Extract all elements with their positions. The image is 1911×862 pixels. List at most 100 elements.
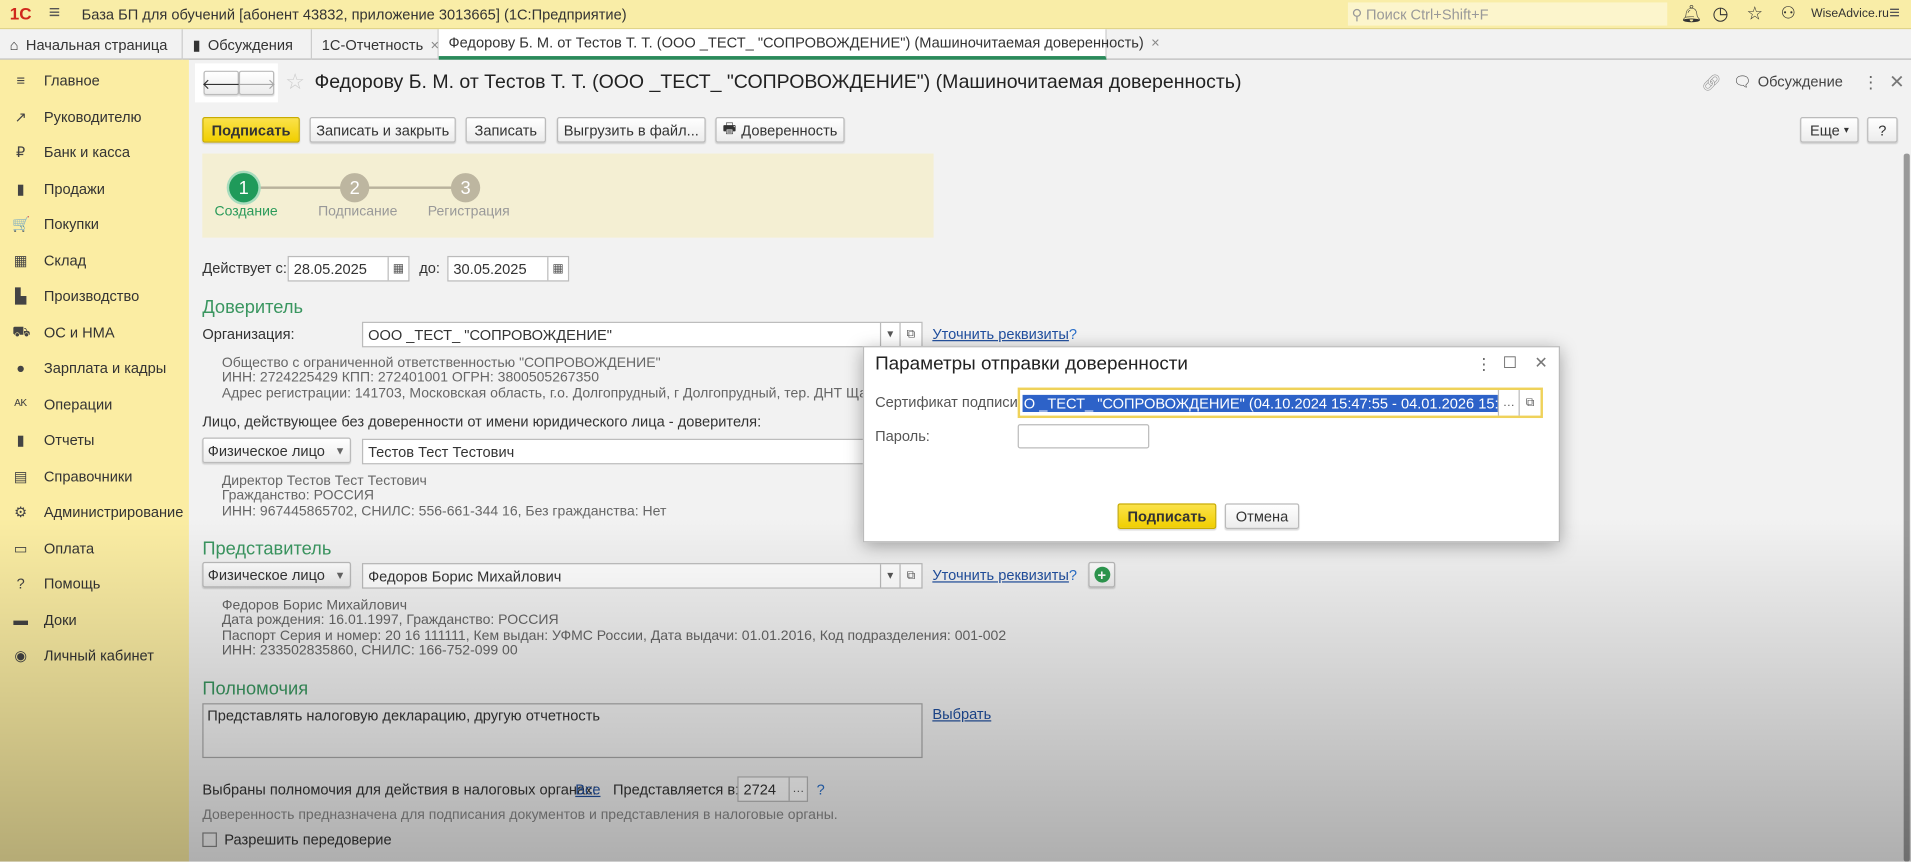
help-button[interactable]: ?	[1867, 117, 1898, 143]
sidebar-item[interactable]: ↗ Руководителю	[0, 101, 189, 133]
export-button[interactable]: Выгрузить в файл...	[556, 117, 706, 143]
tax-authority-field[interactable]: 2724…	[737, 776, 809, 802]
user-name[interactable]: WiseAdvice.ru	[1811, 7, 1889, 20]
representative-type-select[interactable]: Физическое лицо ▼	[202, 561, 351, 588]
open-icon[interactable]: ⧉	[899, 564, 921, 588]
dropdown-icon[interactable]: ▾	[879, 564, 900, 588]
more-icon[interactable]: ⋮	[1476, 355, 1492, 375]
sidebar-item[interactable]: ▭ Оплата	[0, 532, 189, 564]
discussion-label: Обсуждение	[1757, 73, 1843, 91]
menu-icon[interactable]: ≡	[49, 2, 60, 24]
star-icon[interactable]: ☆	[1746, 2, 1762, 25]
dialog-sign-button[interactable]: Подписать	[1117, 503, 1217, 529]
users-icon[interactable]: ⚇	[1781, 2, 1796, 23]
choose-powers-link[interactable]: Выбрать	[932, 706, 991, 723]
org-info: Общество с ограниченной ответственностью…	[222, 356, 897, 401]
stepper-panel: 1 2 3 Создание Подписание Регистрация	[202, 153, 934, 238]
sidebar-item[interactable]: 🛒 Покупки	[0, 208, 189, 240]
person-type-value: Физическое лицо	[207, 441, 325, 459]
redelegate-checkbox[interactable]: Разрешить передоверие	[202, 831, 392, 848]
sidebar-item[interactable]: ⚙ Администрирование	[0, 496, 189, 528]
bell-icon[interactable]: 🔔︎	[1681, 4, 1703, 25]
select-button[interactable]: …	[1497, 390, 1519, 416]
calendar-icon[interactable]: ▦	[387, 257, 409, 281]
maximize-icon[interactable]: ☐	[1503, 353, 1517, 373]
sidebar-icon: ↗	[14, 107, 27, 125]
back-button[interactable]: 🡐	[202, 70, 241, 96]
close-icon[interactable]: ×	[1151, 34, 1160, 51]
sidebar-item[interactable]: ᴬᴷ Операции	[0, 388, 189, 420]
link-icon[interactable]: 🔗︎	[1701, 73, 1721, 93]
sidebar-item[interactable]: ● Зарплата и кадры	[0, 352, 189, 384]
sidebar-item[interactable]: ▤ Справочники	[0, 460, 189, 492]
sidebar-item[interactable]: ◉ Личный кабинет	[0, 640, 189, 672]
person-label: Лицо, действующее без доверенности от им…	[202, 413, 762, 431]
sidebar-item[interactable]: ? Помощь	[0, 568, 189, 600]
tab-label: Обсуждения	[207, 35, 293, 54]
calendar-icon[interactable]: ▦	[547, 257, 568, 281]
sign-button[interactable]: Подписать	[202, 117, 300, 143]
open-icon[interactable]: ⧉	[899, 322, 921, 347]
dialog-cancel-button[interactable]: Отмена	[1224, 503, 1300, 529]
tab-power-of-attorney[interactable]: Федорову Б. М. от Тестов Т. Т. (ООО _ТЕС…	[438, 29, 1160, 60]
history-icon[interactable]: ◷	[1712, 2, 1728, 25]
sidebar-item[interactable]: ▮ Продажи	[0, 172, 189, 204]
checkbox-box[interactable]	[202, 832, 217, 848]
person-field[interactable]: Тестов Тест Тестович	[361, 438, 923, 465]
sidebar-item-label: Продажи	[43, 179, 105, 197]
favorite-star-icon[interactable]: ☆	[285, 69, 305, 95]
search-input[interactable]: ⚲ Поиск Ctrl+Shift+F	[1347, 2, 1668, 26]
tab-reporting[interactable]: 1С-Отчетность ×	[312, 29, 439, 60]
person-type-select[interactable]: Физическое лицо ▼	[202, 437, 351, 464]
sidebar-item[interactable]: ≡ Главное	[0, 65, 189, 97]
settings-menu-icon[interactable]: ≡	[1889, 2, 1900, 23]
sidebar-item[interactable]: ⛟ ОС и НМА	[0, 316, 189, 348]
close-form-icon[interactable]: ✕	[1889, 71, 1904, 93]
sidebar-item[interactable]: ₽ Банк и касса	[0, 137, 189, 169]
help-icon[interactable]: ?	[1069, 325, 1077, 342]
help-icon[interactable]: ?	[1069, 567, 1077, 584]
save-close-button[interactable]: Записать и закрыть	[309, 117, 456, 143]
sidebar-icon: ▤	[13, 467, 28, 485]
discussion-button[interactable]: 🗨︎ Обсуждение	[1733, 73, 1843, 90]
close-icon[interactable]: ✕	[1534, 353, 1547, 373]
tab-label: 1С-Отчетность	[321, 35, 424, 54]
tab-home[interactable]: ⌂ Начальная страница	[0, 29, 183, 60]
print-button[interactable]: 🖶 Доверенность	[715, 117, 845, 143]
info-line: Адрес регистрации: 141703, Московская об…	[221, 385, 897, 401]
sidebar-icon: 🛒	[12, 215, 31, 233]
dropdown-icon[interactable]: ▾	[879, 322, 900, 347]
powers-heading: Полномочия	[202, 678, 309, 700]
submitted-label: Представляется в:	[613, 781, 740, 799]
add-representative-button[interactable]: +	[1088, 561, 1116, 588]
forward-button[interactable]: 🡒	[237, 70, 276, 96]
tab-discussions[interactable]: ▮ Обсуждения	[183, 29, 312, 60]
save-button[interactable]: Записать	[465, 117, 546, 143]
clarify-principal-link[interactable]: Уточнить реквизиты	[932, 325, 1069, 342]
sidebar-icon: ●	[16, 359, 26, 377]
more-button[interactable]: Еще ▾	[1800, 117, 1859, 143]
powers-textarea[interactable]: Представлять налоговую декларацию, другу…	[202, 703, 923, 759]
more-icon[interactable]: ⋮	[1862, 72, 1879, 93]
all-powers-link[interactable]: Все	[575, 781, 600, 798]
scrollbar[interactable]	[1903, 153, 1910, 862]
open-icon[interactable]: ⧉	[1518, 390, 1541, 416]
password-input[interactable]	[1017, 424, 1150, 449]
valid-from-field[interactable]: 28.05.2025 ▦	[287, 255, 410, 282]
sidebar-item[interactable]: ▬ Доки	[0, 604, 189, 636]
clarify-representative-link[interactable]: Уточнить реквизиты	[932, 567, 1069, 584]
valid-to-field[interactable]: 30.05.2025 ▦	[447, 255, 570, 282]
step-1-label: Создание	[214, 204, 278, 220]
sidebar-item[interactable]: ▙ Производство	[0, 280, 189, 312]
sidebar-item-label: ОС и НМА	[43, 323, 115, 341]
select-button[interactable]: …	[788, 777, 807, 801]
help-icon[interactable]: ?	[817, 781, 825, 798]
sidebar-item-label: Склад	[43, 251, 87, 269]
representative-field[interactable]: Федоров Борис Михайлович ▾ ⧉	[361, 563, 923, 589]
search-placeholder: Поиск Ctrl+Shift+F	[1365, 5, 1489, 23]
person-value: Тестов Тест Тестович	[368, 443, 515, 461]
sidebar-item[interactable]: ▮ Отчеты	[0, 424, 189, 456]
org-field[interactable]: ООО _ТЕСТ_ "СОПРОВОЖДЕНИЕ" ▾ ⧉	[361, 321, 923, 348]
cert-field[interactable]: О _ТЕСТ_ "СОПРОВОЖДЕНИЕ" (04.10.2024 15:…	[1017, 387, 1543, 419]
sidebar-item[interactable]: ▦ Склад	[0, 244, 189, 276]
